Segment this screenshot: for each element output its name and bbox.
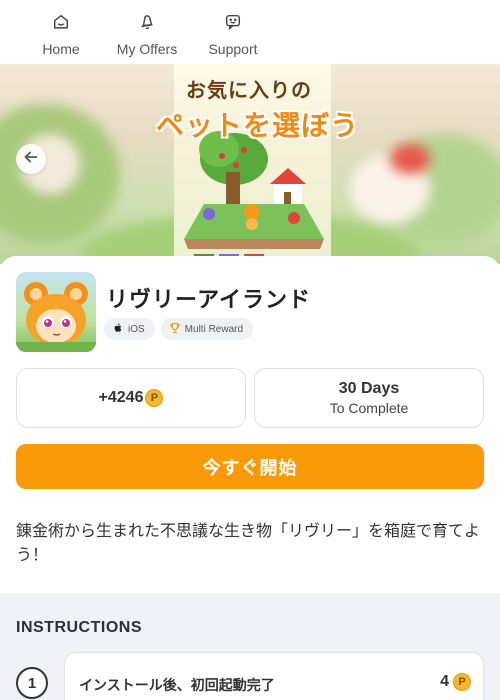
app-description: 錬金術から生まれた不思議な生き物「リヴリー」を箱庭で育てよう！: [16, 523, 481, 564]
app-icon-illustration: [16, 282, 96, 352]
chat-icon: [224, 13, 242, 36]
instructions-section: INSTRUCTIONS 1 インストール後、初回起動完了 4 P: [0, 593, 500, 700]
badge-row: iOS Multi Reward: [104, 318, 254, 340]
duration-box: 30 Days To Complete: [254, 368, 484, 428]
duration-label: To Complete: [329, 400, 409, 416]
nav-home-label: Home: [42, 41, 80, 57]
trophy-icon: [169, 322, 181, 337]
start-now-button[interactable]: 今すぐ開始: [16, 444, 484, 489]
step-text: インストール後、初回起動完了: [79, 677, 275, 693]
nav-my-offers[interactable]: My Offers: [104, 0, 190, 64]
hero-poster-title-line2: ペットを選ぼう: [156, 110, 360, 141]
nav-home[interactable]: Home: [18, 0, 104, 64]
app-icon: [16, 272, 96, 352]
coin-icon: P: [145, 389, 164, 407]
reward-badge: Multi Reward: [160, 318, 254, 340]
step-points: 4 P: [440, 673, 471, 691]
hero-banner: お気に入りの ペットを選ぼう: [0, 64, 500, 264]
bell-icon: [138, 13, 156, 36]
nav-my-offers-label: My Offers: [116, 41, 178, 57]
reward-badge-label: Multi Reward: [184, 323, 244, 335]
points-box: +4246 P: [16, 368, 246, 428]
home-icon: [52, 13, 70, 36]
points-value: +4246: [98, 389, 144, 406]
step-points-value: 4: [440, 673, 449, 690]
instructions-title: INSTRUCTIONS: [16, 619, 142, 636]
coin-icon: P: [453, 673, 471, 691]
duration-value: 30 Days: [338, 380, 400, 397]
step-number: 1: [16, 667, 48, 699]
nav-support-label: Support: [208, 41, 258, 57]
step-card[interactable]: インストール後、初回起動完了 4 P: [64, 652, 484, 700]
back-button[interactable]: [16, 144, 46, 174]
hero-poster-title-line1: お気に入りの: [186, 80, 312, 102]
top-nav: Home My Offers Support: [0, 0, 500, 64]
app-title: リヴリーアイランド: [106, 287, 312, 312]
platform-badge-label: iOS: [128, 323, 145, 335]
apple-icon: [112, 322, 124, 337]
offer-card: リヴリーアイランド iOS Multi Reward +4246 P 30 Da…: [0, 256, 500, 596]
hero-roof-right: [390, 144, 430, 174]
platform-badge: iOS: [104, 318, 155, 340]
nav-support[interactable]: Support: [190, 0, 276, 64]
arrow-left-icon: [22, 148, 40, 171]
